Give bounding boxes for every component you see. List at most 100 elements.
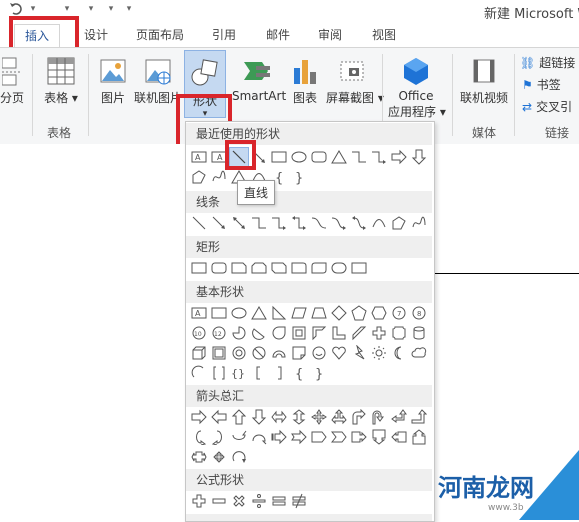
left-right-up-arrow-shape[interactable] [330,408,348,426]
rect-shape-9[interactable] [350,259,368,277]
freeform-shape-a[interactable] [390,214,408,232]
rect-shape-5[interactable] [270,259,288,277]
pentagon-shape[interactable] [350,304,368,322]
curved-double-arrow-shape[interactable] [350,214,368,232]
cross-shape[interactable] [370,324,388,342]
pie-shape[interactable] [230,324,248,342]
up-arrow-callout-shape[interactable] [410,428,428,446]
hexagon-shape[interactable] [370,304,388,322]
down-arrow-shape-c[interactable] [250,408,268,426]
office-apps-button[interactable]: Office 应用程序 ▾ [388,56,446,120]
lightning-shape[interactable] [350,344,368,362]
u-turn-arrow-shape[interactable] [370,408,388,426]
decagon-shape[interactable]: 10 [190,324,208,342]
plaque-shape[interactable] [390,324,408,342]
pentagon-arrow-shape[interactable] [310,428,328,446]
double-bracket-shape[interactable] [210,364,228,382]
elbow-arrow-shape[interactable] [370,148,388,166]
frame-shape[interactable] [290,324,308,342]
qa-dropdown-icon[interactable]: ▾ [28,3,38,15]
bevel-shape[interactable] [210,344,228,362]
curved-arrow-shape[interactable] [330,214,348,232]
bookmark-button[interactable]: ⚑ 书签 [522,76,561,93]
arrow-line-shape-a[interactable] [210,214,228,232]
striped-right-arrow-shape[interactable] [270,428,288,446]
l-shape[interactable] [330,324,348,342]
half-frame-shape[interactable] [310,324,328,342]
cloud-shape[interactable] [410,344,428,362]
diamond-shape[interactable] [330,304,348,322]
tab-design[interactable]: 设计 [84,26,108,43]
right-brace-shape-b[interactable]: } [310,364,328,382]
double-arrow-line-shape[interactable] [230,214,248,232]
left-right-arrow-shape[interactable] [270,408,288,426]
plus-shape[interactable] [190,492,208,510]
parallelogram-shape[interactable] [290,304,308,322]
smartart-button[interactable]: SmartArt [232,56,286,103]
qa-more-icon-4[interactable]: ▾ [124,3,134,15]
octagon-shape[interactable]: 8 [410,304,428,322]
rect-shape-7[interactable] [310,259,328,277]
rect-shape-8[interactable] [330,259,348,277]
scribble-shape-a[interactable] [410,214,428,232]
cube-shape[interactable] [190,344,208,362]
screenshot-button[interactable]: 屏幕截图 ▾ [326,56,384,106]
curved-left-arrow-shape[interactable] [210,428,228,446]
chart-button[interactable]: 图表 [288,56,322,106]
sun-shape[interactable] [370,344,388,362]
elbow-connector-shape-a[interactable] [250,214,268,232]
freeform-shape[interactable] [190,168,208,186]
can-shape[interactable] [410,324,428,342]
rect-shape-1[interactable] [190,259,208,277]
elbow-double-arrow-shape[interactable] [290,214,308,232]
page-break-button[interactable]: 分页 [0,56,24,106]
left-up-arrow-shape[interactable] [390,408,408,426]
right-triangle-shape[interactable] [270,304,288,322]
oval-shape[interactable] [290,148,308,166]
equal-shape[interactable] [270,492,288,510]
teardrop-shape[interactable] [270,324,288,342]
tab-references[interactable]: 引用 [212,26,236,43]
multiply-shape[interactable] [230,492,248,510]
tab-mailings[interactable]: 邮件 [266,26,290,43]
online-video-button[interactable]: 联机视频 [458,56,510,106]
rectangle-shape[interactable] [270,148,288,166]
tab-page-layout[interactable]: 页面布局 [136,26,184,43]
crossref-button[interactable]: ⇄ 交叉引 [522,98,572,115]
up-down-arrow-shape[interactable] [290,408,308,426]
no-symbol-shape[interactable] [250,344,268,362]
elbow-connector-shape[interactable] [350,148,368,166]
left-arrow-shape[interactable] [210,408,228,426]
line-shape-a[interactable] [190,214,208,232]
online-picture-button[interactable]: 联机图片 [134,56,182,106]
textbox-shape-b[interactable]: A [190,304,208,322]
picture-button[interactable]: 图片 [96,56,130,106]
tab-review[interactable]: 审阅 [318,26,342,43]
trapezoid-shape[interactable] [310,304,328,322]
tab-view[interactable]: 视图 [372,26,396,43]
right-arrow-shape[interactable] [390,148,408,166]
block-arc-shape[interactable] [270,344,288,362]
minus-shape[interactable] [210,492,228,510]
donut-shape[interactable] [230,344,248,362]
down-arrow-shape[interactable] [410,148,428,166]
left-arrow-callout-shape[interactable] [390,428,408,446]
curve-shape-a[interactable] [370,214,388,232]
oval-shape-b[interactable] [230,304,248,322]
folded-corner-shape[interactable] [290,344,308,362]
rounded-rect-shape[interactable] [310,148,328,166]
heptagon-shape[interactable]: 7 [390,304,408,322]
bent-arrow-shape[interactable] [350,408,368,426]
elbow-arrow-shape-a[interactable] [270,214,288,232]
left-brace-shape-b[interactable]: { [290,364,308,382]
curved-down-arrow-shape[interactable] [250,428,268,446]
notched-right-arrow-shape[interactable] [290,428,308,446]
rect-shape-3[interactable] [230,259,248,277]
chord-shape[interactable] [250,324,268,342]
down-arrow-callout-shape[interactable] [370,428,388,446]
curved-right-arrow-shape[interactable] [190,428,208,446]
right-bracket-shape[interactable] [270,364,288,382]
rect-shape-2[interactable] [210,259,228,277]
qa-more-icon-3[interactable]: ▾ [106,3,116,15]
up-arrow-shape[interactable] [230,408,248,426]
